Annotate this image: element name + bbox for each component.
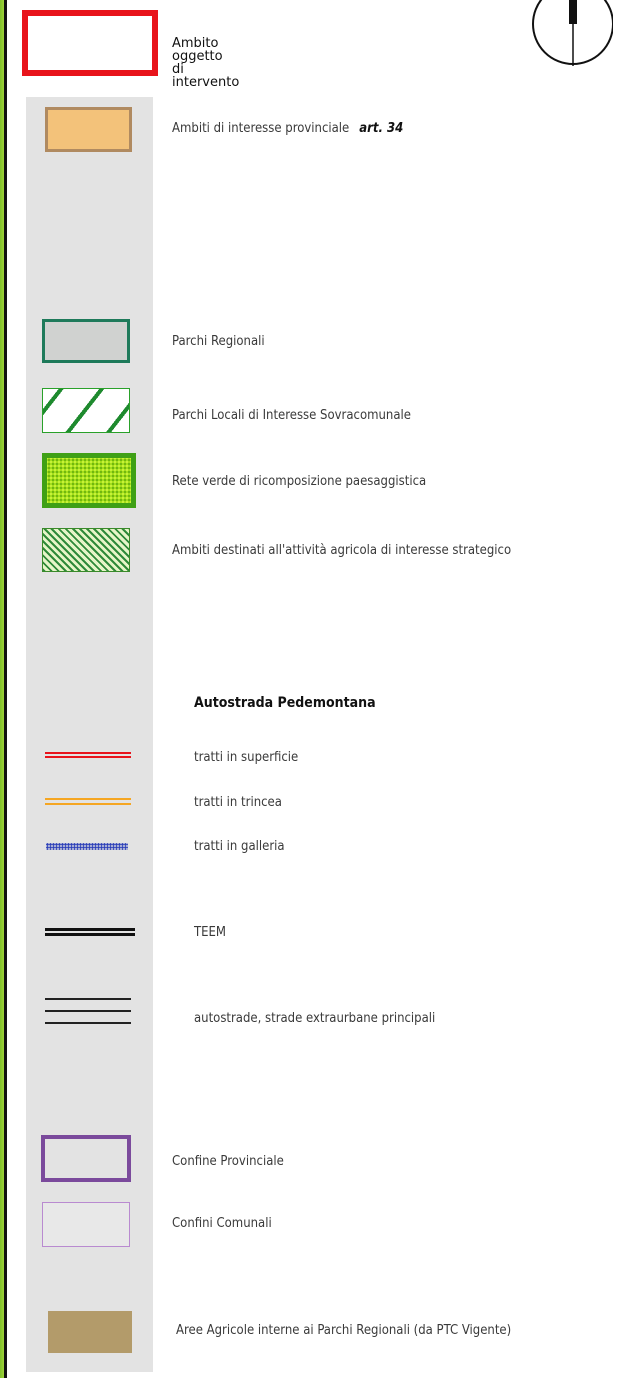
ambito-line-4: intervento [172, 75, 240, 90]
ambito-intervento-label: Ambito oggetto di intervento [172, 37, 282, 89]
north-arrow-icon [529, 0, 613, 66]
rete-verde-swatch [42, 453, 136, 508]
confine-provinciale-swatch [41, 1135, 131, 1182]
autostrade-label: autostrade, strade extraurbane principal… [194, 1011, 436, 1026]
aree-agricole-swatch [48, 1311, 132, 1353]
parchi-regionali-label: Parchi Regionali [172, 334, 265, 349]
ambiti-provinciale-text: Ambiti di interesse provinciale [172, 121, 350, 136]
teem-line-symbol [45, 928, 135, 936]
confini-comunali-swatch [42, 1202, 130, 1247]
rete-verde-label: Rete verde di ricomposizione paesaggisti… [172, 474, 427, 489]
plis-swatch [42, 388, 130, 433]
superficie-line-symbol [45, 752, 131, 758]
teem-label: TEEM [194, 925, 227, 940]
map-edge-strip [0, 0, 8, 1378]
aree-agricole-label: Aree Agricole interne ai Parchi Regional… [176, 1323, 512, 1338]
ambito-line-2: oggetto [172, 49, 223, 64]
confine-provinciale-label: Confine Provinciale [172, 1154, 284, 1169]
trincea-line-symbol [45, 798, 131, 805]
galleria-label: tratti in galleria [194, 839, 285, 854]
confini-comunali-label: Confini Comunali [172, 1216, 272, 1231]
article-ref: art. 34 [359, 121, 404, 136]
plis-label: Parchi Locali di Interesse Sovracomunale [172, 408, 411, 423]
parchi-regionali-swatch [42, 319, 130, 363]
ambiti-agricoli-label: Ambiti destinati all'attività agricola d… [172, 543, 512, 558]
ambiti-agricoli-swatch [42, 528, 130, 572]
galleria-line-symbol [46, 843, 128, 850]
superficie-label: tratti in superficie [194, 750, 299, 765]
ambito-intervento-swatch [22, 10, 158, 76]
ambiti-provinciale-label: Ambiti di interesse provinciale art. 34 [172, 121, 403, 137]
pedemontana-heading: Autostrada Pedemontana [194, 695, 376, 711]
trincea-label: tratti in trincea [194, 795, 282, 810]
ambiti-provinciale-swatch [45, 107, 132, 152]
autostrade-line-symbol [45, 998, 131, 1028]
